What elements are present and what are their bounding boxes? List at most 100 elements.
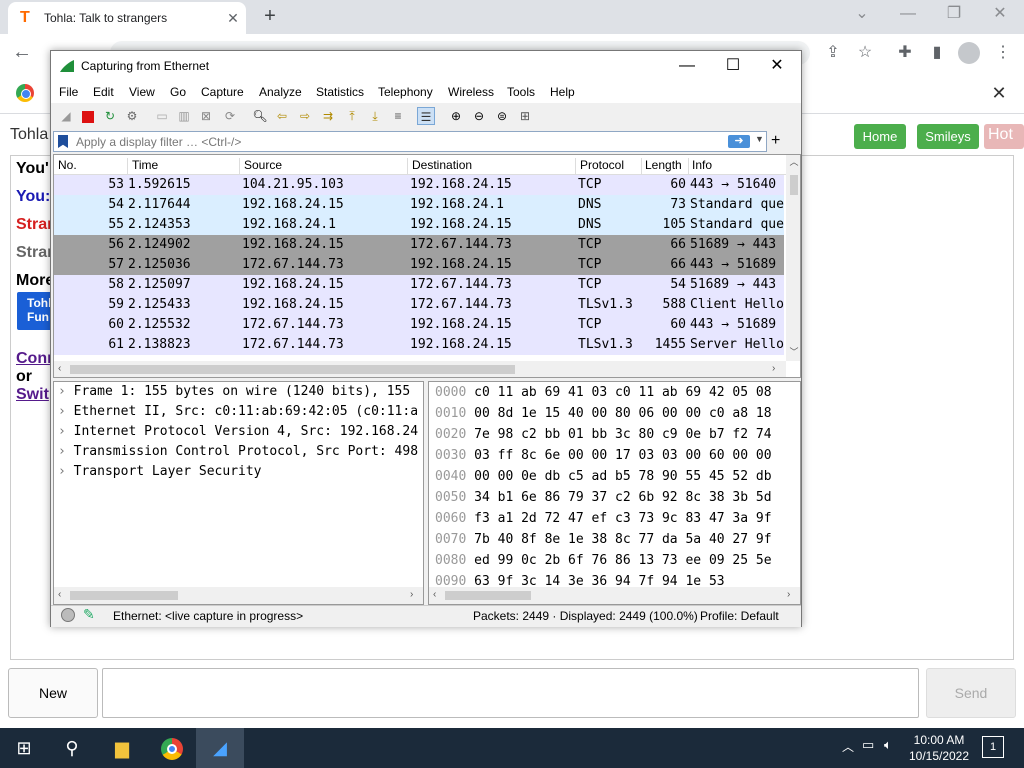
scroll-left-icon[interactable]: ‹ — [58, 589, 61, 600]
infobar-close-icon[interactable]: ✕ — [988, 82, 1010, 104]
smileys-button[interactable]: Smileys — [917, 124, 979, 149]
display-filter-input[interactable]: Apply a display filter … <Ctrl-/> — [76, 135, 241, 149]
side-panel-icon[interactable]: ▮ — [924, 40, 950, 66]
detail-row-ethernet[interactable]: › Ethernet II, Src: c0:11:ab:69:42:05 (c… — [58, 402, 418, 422]
tab-search-icon[interactable]: ⌄ — [840, 4, 884, 28]
hex-row[interactable]: 0040 00 00 0e db c5 ad b5 78 90 55 45 52… — [435, 466, 772, 487]
auto-scroll-icon[interactable]: ≡ — [389, 107, 407, 125]
detail-row-frame[interactable]: › Frame 1: 155 bytes on wire (1240 bits)… — [58, 382, 418, 402]
packet-list-vscroll[interactable]: ︿ ﹀ — [786, 155, 800, 361]
col-no[interactable]: No. — [58, 158, 128, 174]
close-file-icon[interactable]: ⊠ — [197, 107, 215, 125]
detail-row-ip[interactable]: › Internet Protocol Version 4, Src: 192.… — [58, 422, 418, 442]
new-chat-button[interactable]: New — [8, 668, 98, 718]
scroll-left-icon[interactable]: ‹ — [433, 589, 436, 600]
normal-size-icon[interactable]: ⊜ — [493, 107, 511, 125]
share-icon[interactable]: ⇪ — [820, 40, 846, 66]
tab-close-icon[interactable]: ✕ — [224, 9, 242, 27]
extensions-puzzle-icon[interactable]: ✚ — [892, 40, 918, 66]
volume-icon[interactable]: 🔈︎ — [884, 737, 892, 753]
col-length[interactable]: Length — [645, 158, 689, 174]
zoom-out-icon[interactable]: ⊖ — [470, 107, 488, 125]
search-icon[interactable]: ⚲ — [48, 728, 96, 768]
first-packet-icon[interactable]: ⤒ — [343, 107, 361, 125]
hex-row[interactable]: 0070 7b 40 8f 8e 1e 38 8c 77 da 5a 40 27… — [435, 529, 772, 550]
capture-options-gear-icon[interactable]: ⚙ — [123, 107, 141, 125]
hex-row[interactable]: 0050 34 b1 6e 86 79 37 c2 6b 92 8c 38 3b… — [435, 487, 772, 508]
capture-comment-icon[interactable]: ✎ — [83, 606, 95, 623]
expand-chevron-icon[interactable]: › — [58, 384, 74, 399]
send-button[interactable]: Send — [926, 668, 1016, 718]
ws-close-icon[interactable]: ✕ — [757, 55, 797, 77]
packet-row[interactable]: 53 1.592615 104.21.95.103 192.168.24.15 TCP 6… — [54, 175, 784, 195]
ws-maximize-icon[interactable]: ☐ — [713, 55, 753, 77]
open-file-icon[interactable]: ▭ — [153, 107, 171, 125]
packet-row[interactable]: 58 2.125097 192.168.24.15 172.67.144.73 TCP 5… — [54, 275, 784, 295]
chat-message-input[interactable] — [102, 668, 919, 718]
menu-capture[interactable]: Capture — [201, 85, 244, 99]
browser-tab[interactable]: T Tohla: Talk to strangers ✕ — [8, 2, 246, 34]
packet-row[interactable]: 57 2.125036 172.67.144.73 192.168.24.15 TCP 6… — [54, 255, 784, 275]
detail-row-tcp[interactable]: › Transmission Control Protocol, Src Por… — [58, 442, 418, 462]
ws-minimize-icon[interactable]: — — [667, 55, 707, 77]
chrome-taskbar-icon[interactable] — [148, 728, 196, 768]
minimize-icon[interactable]: — — [886, 4, 930, 28]
packet-row[interactable]: 55 2.124353 192.168.24.1 192.168.24.15 DNS 10… — [54, 215, 784, 235]
start-windows-icon[interactable]: ⊞ — [0, 728, 48, 768]
restore-icon[interactable]: ❐ — [932, 4, 976, 28]
new-tab-button[interactable]: + — [258, 6, 282, 28]
hex-row[interactable]: 0060 f3 a1 2d 72 47 ef c3 73 9c 83 47 3a… — [435, 508, 772, 529]
scroll-down-icon[interactable]: ﹀ — [786, 345, 800, 357]
scroll-right-icon[interactable]: › — [410, 589, 413, 600]
resize-columns-icon[interactable]: ⊞ — [516, 107, 534, 125]
hex-row[interactable]: 0000 c0 11 ab 69 41 03 c0 11 ab 69 42 05… — [435, 382, 772, 403]
hex-row[interactable]: 0030 03 ff 8c 6e 00 00 17 03 03 00 60 00… — [435, 445, 772, 466]
expert-info-icon[interactable] — [61, 608, 75, 622]
restart-capture-icon[interactable]: ↻ — [101, 107, 119, 125]
back-arrow-icon[interactable]: ← — [8, 40, 36, 66]
tray-overflow-chevron-icon[interactable]: ︿ — [842, 738, 854, 755]
stop-capture-icon[interactable] — [79, 107, 97, 125]
filter-bookmark-icon[interactable] — [58, 135, 68, 148]
go-forward-arrow-icon[interactable]: ⇨ — [296, 107, 314, 125]
file-explorer-folder-icon[interactable]: ▆ — [98, 728, 146, 768]
tray-clock[interactable]: 10:00 AM 10/15/2022 — [904, 732, 974, 764]
scroll-up-icon[interactable]: ︿ — [786, 155, 800, 167]
bookmark-star-icon[interactable]: ☆ — [852, 40, 878, 66]
hex-row[interactable]: 0010 00 8d 1e 15 40 00 80 06 00 00 c0 a8… — [435, 403, 772, 424]
hex-row[interactable]: 0020 7e 98 c2 bb 01 bb 3c 80 c9 0e b7 f2… — [435, 424, 772, 445]
reload-file-icon[interactable]: ⟳ — [221, 107, 239, 125]
go-back-arrow-icon[interactable]: ⇦ — [273, 107, 291, 125]
hscroll-thumb[interactable] — [445, 591, 531, 600]
save-file-icon[interactable]: ▥ — [175, 107, 193, 125]
hscroll-thumb[interactable] — [70, 365, 515, 374]
packet-row[interactable]: 61 2.138823 172.67.144.73 192.168.24.15 TLSv… — [54, 335, 784, 355]
expand-chevron-icon[interactable]: › — [58, 444, 74, 459]
menu-tools[interactable]: Tools — [507, 85, 535, 99]
add-filter-button[interactable]: + — [771, 131, 780, 151]
network-icon[interactable]: ▭ — [862, 737, 874, 753]
scroll-right-icon[interactable]: › — [787, 589, 790, 600]
notification-center-icon[interactable]: 1 — [982, 736, 1004, 758]
expand-chevron-icon[interactable]: › — [58, 404, 74, 419]
window-close-icon[interactable]: ✕ — [978, 4, 1022, 28]
home-button[interactable]: Home — [854, 124, 906, 149]
col-protocol[interactable]: Protocol — [580, 158, 642, 174]
site-brand[interactable]: Tohla — [10, 126, 48, 144]
colorize-list-icon[interactable]: ☰ — [417, 107, 435, 125]
menu-edit[interactable]: Edit — [93, 85, 114, 99]
menu-analyze[interactable]: Analyze — [259, 85, 302, 99]
display-filter-bar[interactable]: Apply a display filter … <Ctrl-/> ➜ ▼ — [53, 131, 767, 152]
hex-row[interactable]: 0080 ed 99 0c 2b 6f 76 86 13 73 ee 09 25… — [435, 550, 772, 571]
details-hscroll[interactable]: ‹ › — [54, 587, 423, 604]
menu-telephony[interactable]: Telephony — [378, 85, 433, 99]
packet-row[interactable]: 60 2.125532 172.67.144.73 192.168.24.15 TCP 6… — [54, 315, 784, 335]
col-destination[interactable]: Destination — [412, 158, 576, 174]
wireshark-taskbar-icon[interactable]: ◢ — [196, 728, 244, 768]
col-time[interactable]: Time — [132, 158, 240, 174]
menu-view[interactable]: View — [129, 85, 155, 99]
menu-go[interactable]: Go — [170, 85, 186, 99]
scroll-left-icon[interactable]: ‹ — [58, 363, 61, 374]
filter-dropdown-icon[interactable]: ▼ — [755, 134, 764, 144]
packet-list-hscroll[interactable]: ‹ › — [54, 361, 786, 377]
